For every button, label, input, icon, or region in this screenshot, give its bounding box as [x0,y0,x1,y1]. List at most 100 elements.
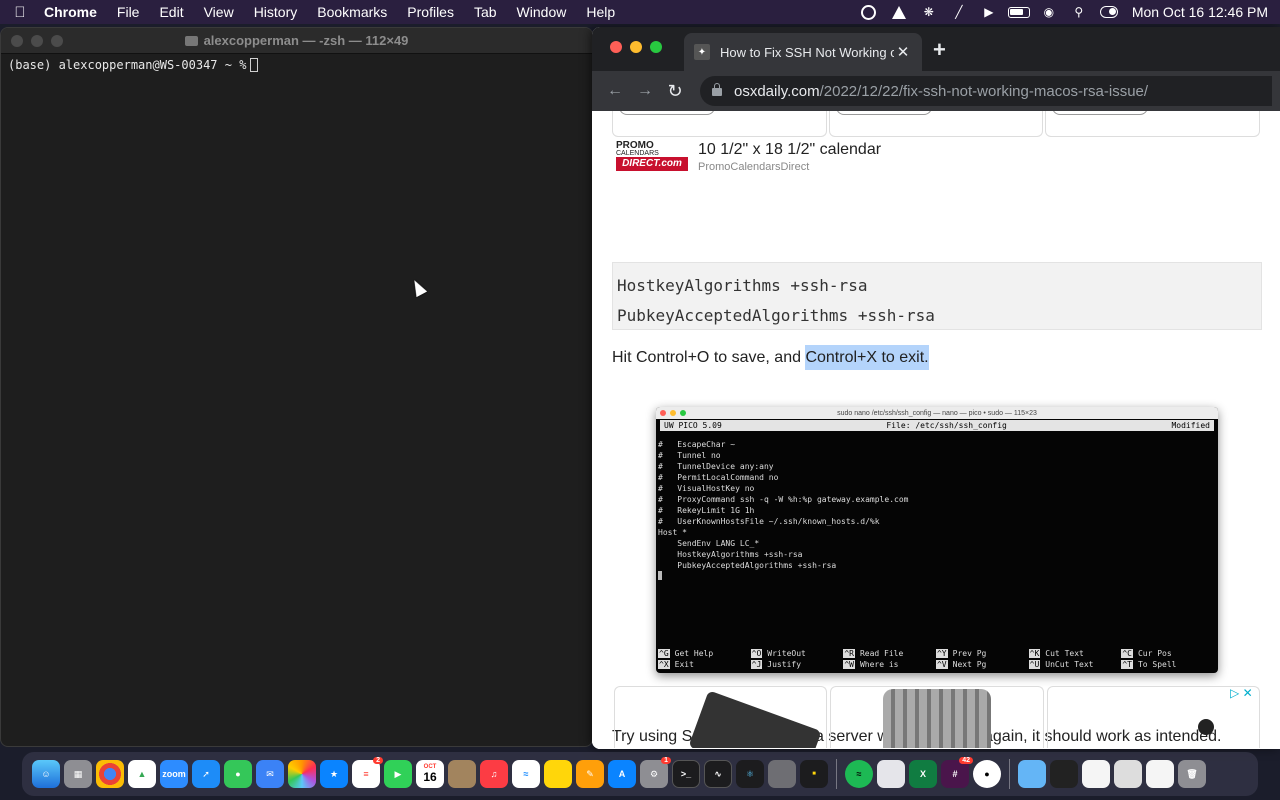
favicon-icon: ✦ [694,44,710,60]
url-path: /2022/12/22/fix-ssh-not-working-macos-rs… [819,82,1149,100]
macos-menu-bar:  Chrome File Edit View History Bookmark… [0,0,1280,24]
new-tab-button[interactable]: + [933,37,946,63]
window-thumbnail[interactable] [1082,760,1110,788]
config-lines: # EscapeChar ~ # Tunnel no # TunnelDevice … [656,431,1218,583]
chrome-minimize-button[interactable] [630,41,642,53]
code-block: HostkeyAlgorithms +ssh-rsa PubkeyAccepte… [612,262,1262,330]
app-store-icon[interactable]: A [608,760,636,788]
reload-button[interactable]: ↻ [660,77,690,105]
photos-icon[interactable] [288,760,316,788]
pico-shortcuts: ^G Get Help ^O WriteOut ^R Read File ^Y Prev… [658,649,1177,669]
menu-file[interactable]: File [107,4,150,20]
battery-icon[interactable] [1007,4,1030,20]
menu-window[interactable]: Window [507,4,577,20]
mail-icon[interactable]: ✉ [256,760,284,788]
chrome-close-button[interactable] [610,41,622,53]
window-thumbnail[interactable] [1114,760,1142,788]
close-tab-icon[interactable]: ✕ [894,43,912,61]
slack-icon[interactable]: #42 [941,757,973,788]
menu-help[interactable]: Help [576,4,625,20]
menu-history[interactable]: History [244,4,308,20]
terminal-icon[interactable]: >_ [672,760,700,788]
chrome-icon[interactable] [96,760,124,788]
messages-icon[interactable]: ● [224,760,252,788]
forward-button[interactable]: → [630,77,660,105]
menu-edit[interactable]: Edit [149,4,193,20]
preview-icon[interactable] [768,760,796,788]
system-settings-icon[interactable]: ⚙ 1 [640,757,671,788]
trash-icon[interactable]: 🗑 [1178,760,1206,788]
code-line: HostkeyAlgorithms +ssh-rsa [617,276,868,295]
nano-editor-screenshot: sudo nano /etc/ssh/ssh_config — nano — p… [656,407,1218,673]
terminal-window: alexcopperman — -zsh — 112×49 (base) ale… [0,27,593,747]
calendar-icon[interactable]: OCT 16 [416,760,444,788]
ad-item[interactable] [612,111,827,137]
menu-tab[interactable]: Tab [464,4,507,20]
notes-icon[interactable] [544,760,572,788]
zoom-icon[interactable]: zoom [160,760,188,788]
ad-item[interactable] [828,111,1044,137]
promo-ad[interactable]: PROMO CALENDARS DIRECT.com 10 1/2" x 18 … [616,141,881,173]
menu-view[interactable]: View [194,4,244,20]
terminal-body[interactable]: (base) alexcopperman@WS-00347 ~ % [1,54,592,76]
terminal-cursor [250,58,259,72]
dock-separator [836,759,837,789]
downloads-folder-icon[interactable] [1018,760,1046,788]
reminders-icon[interactable]: ≡ 2 [352,757,383,788]
wifi-icon[interactable]: ◉ [1038,4,1060,20]
launchpad-icon[interactable]: ▦ [64,760,92,788]
gear-icon[interactable]: ❋ [918,4,940,20]
tab-strip: ✦ How to Fix SSH Not Working o ✕ + [592,27,1280,71]
music-icon[interactable]: ♫ [480,760,508,788]
facetime-icon[interactable]: ▶ [384,760,412,788]
back-button[interactable]: ← [600,77,630,105]
tab-title: How to Fix SSH Not Working o [720,44,894,60]
spotify-icon[interactable]: ≈ [845,760,873,788]
ad-row-bottom [614,686,1260,748]
google-drive-icon[interactable]: ▲ [128,760,156,788]
apple-menu-icon[interactable]:  [0,4,40,21]
search-icon[interactable]: ⚲ [1068,4,1090,20]
finder-icon[interactable]: ☺ [32,760,60,788]
safari-icon[interactable]: ➚ [192,760,220,788]
app-icon[interactable]: ● [973,760,1001,788]
promo-title[interactable]: 10 1/2" x 18 1/2" calendar [698,141,881,159]
ad-row-top [612,111,1261,137]
drive-icon[interactable] [888,4,910,20]
atom-icon[interactable]: ⚛ [736,760,764,788]
ad-item[interactable] [614,686,828,748]
menu-profiles[interactable]: Profiles [397,4,464,20]
menu-bookmarks[interactable]: Bookmarks [307,4,397,20]
selected-text: Control+X to exit. [805,345,929,370]
code-line: PubkeyAcceptedAlgorithms +ssh-rsa [617,306,935,325]
grammarly-icon[interactable] [858,4,880,20]
control-center-icon[interactable] [1098,4,1120,20]
textedit-icon[interactable] [877,760,905,788]
menu-chrome[interactable]: Chrome [40,4,107,20]
pico-header: UW PICO 5.09 File: /etc/ssh/ssh_config M… [660,420,1214,431]
ad-item[interactable] [1046,686,1260,748]
pen-icon[interactable]: ╱ [948,4,970,20]
ad-item[interactable] [1045,111,1261,137]
address-bar[interactable]: osxdaily.com/2022/12/22/fix-ssh-not-work… [700,76,1272,106]
app-icon[interactable]: ★ [320,760,348,788]
freeform-icon[interactable]: ≈ [512,760,540,788]
terminal-prompt: (base) alexcopperman@WS-00347 ~ % [8,58,247,72]
tab-active[interactable]: ✦ How to Fix SSH Not Working o ✕ [684,33,922,71]
play-icon[interactable]: ▶ [978,4,1000,20]
lock-icon[interactable] [712,83,722,96]
screenshot-window-title: sudo nano /etc/ssh/ssh_config — nano — p… [837,409,1037,417]
window-thumbnail[interactable] [1146,760,1174,788]
article-page[interactable]: PROMO CALENDARS DIRECT.com 10 1/2" x 18 … [592,111,1280,749]
pages-icon[interactable]: ✎ [576,760,604,788]
contacts-icon[interactable] [448,760,476,788]
window-thumbnail[interactable] [1050,760,1078,788]
excel-icon[interactable]: X [909,760,937,788]
activity-monitor-icon[interactable]: ∿ [704,760,732,788]
chrome-zoom-button[interactable] [650,41,662,53]
promo-logo: PROMO CALENDARS DIRECT.com [616,141,688,173]
menu-bar-clock[interactable]: Mon Oct 16 12:46 PM [1132,4,1268,20]
ad-item[interactable] [830,686,1044,748]
clock-widget-icon[interactable]: ■ [800,760,828,788]
terminal-titlebar[interactable]: alexcopperman — -zsh — 112×49 [1,28,592,54]
